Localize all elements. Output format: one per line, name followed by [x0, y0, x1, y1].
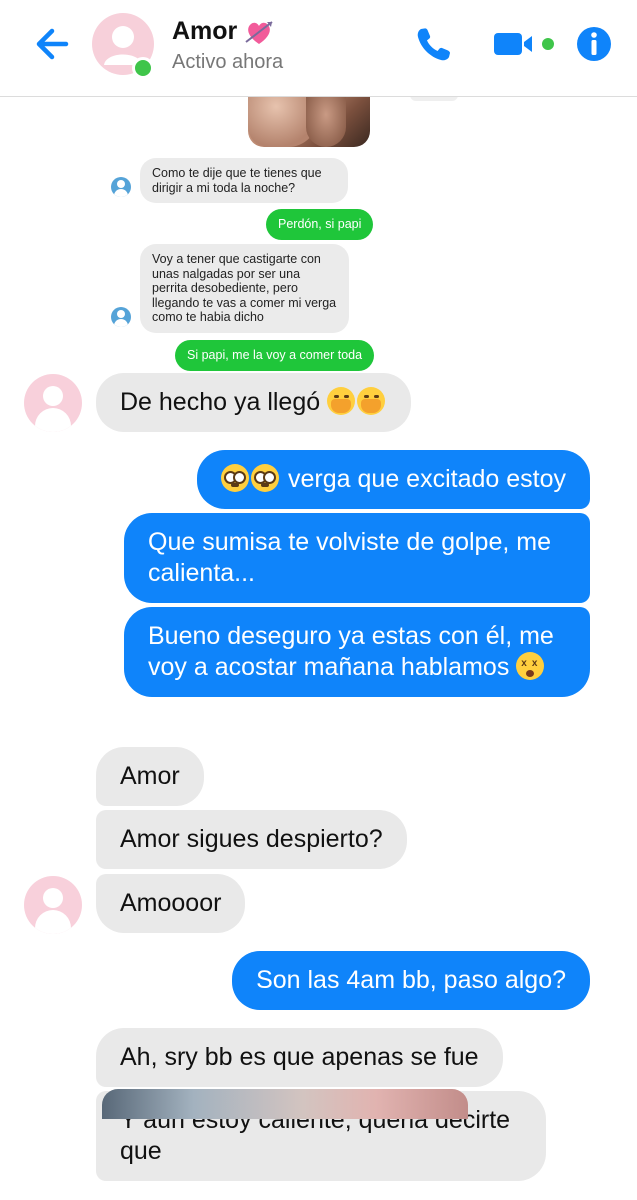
sender-mini-avatar	[111, 307, 131, 327]
message-text: Ah, sry bb es que apenas se fue	[120, 1043, 479, 1071]
message-bubble-fragment	[410, 97, 458, 101]
message-text: Amoooor	[120, 889, 222, 917]
shared-photo[interactable]	[102, 1089, 468, 1119]
info-icon[interactable]	[572, 22, 616, 66]
online-indicator	[132, 57, 154, 79]
heart-with-arrow-emoji	[245, 20, 273, 44]
conversation-header: Amor Activo ahora	[0, 0, 637, 97]
message-text: Amor	[120, 762, 180, 790]
sender-mini-avatar	[111, 177, 131, 197]
flushed-face-emoji	[251, 464, 280, 492]
video-camera-icon[interactable]	[490, 22, 560, 66]
message-bubble-received[interactable]: Como te dije que te tienes que dirigir a…	[140, 158, 348, 203]
face-with-hand-over-mouth-emoji	[357, 387, 386, 415]
message-bubble-sent[interactable]: Son las 4am bb, paso algo?	[232, 951, 590, 1010]
message-thread[interactable]: Como te dije que te tienes que dirigir a…	[0, 97, 637, 1200]
message-bubble-received[interactable]: Amoooor	[96, 874, 246, 933]
message-bubble-sent[interactable]: Bueno deseguro ya estas con él, me voy a…	[124, 607, 590, 697]
message-text: Que sumisa te volviste de golpe, me cali…	[148, 528, 551, 587]
phone-icon[interactable]	[412, 22, 456, 66]
shared-photo[interactable]	[248, 97, 370, 147]
message-bubble-received[interactable]: Amor	[96, 747, 204, 806]
flushed-face-emoji	[221, 464, 250, 492]
face-with-hand-over-mouth-emoji	[327, 387, 356, 415]
contact-name-row[interactable]: Amor	[172, 17, 275, 46]
message-bubble-received[interactable]: Voy a tener que castigarte con unas nalg…	[140, 244, 349, 333]
contact-status: Activo ahora	[172, 51, 284, 73]
message-bubble-sent[interactable]: verga que excitado estoy	[197, 450, 590, 509]
message-bubble-received[interactable]: De hecho ya llegó	[96, 373, 412, 432]
contact-name: Amor	[172, 17, 238, 45]
message-text: Amor sigues despierto?	[120, 825, 383, 853]
dizzy-face-emoji: xx	[516, 652, 545, 680]
message-bubble-sent[interactable]: Que sumisa te volviste de golpe, me cali…	[124, 513, 590, 603]
message-bubble-received[interactable]: Ah, sry bb es que apenas se fue	[96, 1028, 503, 1087]
message-bubble-received[interactable]: Amor sigues despierto?	[96, 810, 407, 869]
message-bubble-sent[interactable]: Si papi, me la voy a comer toda	[175, 340, 375, 371]
message-text: verga que excitado estoy	[288, 465, 566, 493]
message-text: Son las 4am bb, paso algo?	[256, 966, 566, 994]
message-bubble-sent[interactable]: Perdón, si papi	[266, 209, 374, 240]
back-arrow-icon[interactable]	[30, 22, 74, 66]
message-text: De hecho ya llegó	[120, 388, 321, 416]
message-text: Bueno deseguro ya estas con él, me voy a…	[148, 622, 554, 681]
contact-avatar[interactable]	[24, 374, 82, 432]
contact-avatar[interactable]	[24, 876, 82, 934]
